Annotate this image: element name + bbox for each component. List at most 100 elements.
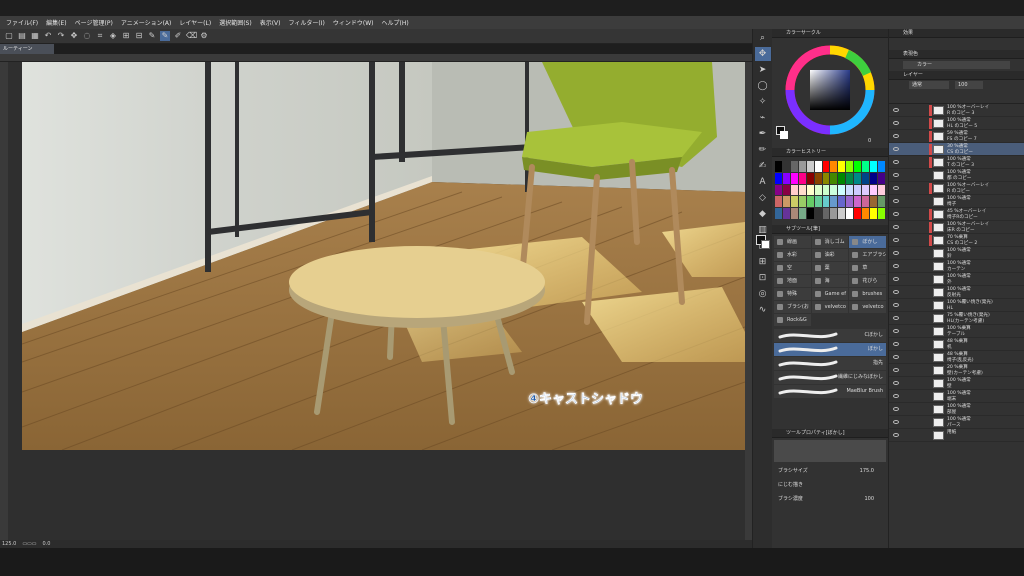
eye-icon[interactable]	[893, 251, 899, 255]
color-wheel[interactable]	[772, 38, 888, 138]
color-swatch[interactable]	[822, 196, 830, 208]
pencil-icon[interactable]: ✐	[173, 31, 183, 41]
subtool-group[interactable]: Game ef	[811, 288, 849, 300]
eye-icon[interactable]	[893, 147, 899, 151]
color-swatch[interactable]	[790, 208, 798, 219]
undo-icon[interactable]: ↶	[43, 31, 53, 41]
subtool-group[interactable]: ぼかし	[849, 236, 886, 248]
wheel-sub-swatch[interactable]	[780, 131, 788, 139]
brush-tool-icon[interactable]: ✍	[755, 159, 771, 173]
layer-row[interactable]: 100 %通常 椅子	[889, 195, 1024, 208]
fill-icon[interactable]: ◈	[108, 31, 118, 41]
density-value[interactable]: 100	[864, 492, 874, 506]
menu-item[interactable]: 編集(E)	[46, 18, 66, 27]
menu-item[interactable]: 選択範囲(S)	[219, 18, 252, 27]
eye-icon[interactable]	[893, 433, 899, 437]
brush-item[interactable]: Cぼかし	[774, 329, 886, 342]
subtool-group[interactable]: 空	[774, 262, 811, 274]
deselect-icon[interactable]: ◌	[82, 31, 92, 41]
layer-row[interactable]: 59 %通常 FS のコピー 7	[889, 130, 1024, 143]
layer-row[interactable]: 100 %通常 壁	[889, 377, 1024, 390]
color-swatch[interactable]	[854, 184, 862, 196]
subtool-group[interactable]: 草	[849, 262, 886, 274]
document-tab[interactable]: ルーティーン	[0, 44, 54, 54]
color-swatch[interactable]	[862, 172, 870, 184]
selection-tool-icon[interactable]: ◯	[755, 79, 771, 93]
color-swatch[interactable]	[862, 196, 870, 208]
balloon-tool-icon[interactable]: ◎	[755, 287, 771, 301]
color-swatch[interactable]	[854, 196, 862, 208]
opacity-input[interactable]: 100	[955, 81, 983, 89]
layer-row[interactable]: 100 %通常 T のコピー 3	[889, 156, 1024, 169]
color-swatch[interactable]	[798, 196, 806, 208]
menu-item[interactable]: アニメーション(A)	[121, 18, 172, 27]
eraser-icon[interactable]: ⌫	[186, 31, 197, 41]
subtool-group[interactable]: 葉	[811, 262, 849, 274]
ruler-snap-icon[interactable]: ⊟	[134, 31, 144, 41]
subtool-group[interactable]: velvetco	[849, 301, 886, 313]
layer-row[interactable]: 100 %覆い焼き(発光) HL	[889, 299, 1024, 312]
color-swatch[interactable]	[822, 172, 830, 184]
color-swatch[interactable]	[878, 161, 885, 172]
subtool-group[interactable]: ブラシ(お	[774, 301, 811, 313]
eye-icon[interactable]	[893, 121, 899, 125]
color-swatch[interactable]	[798, 184, 806, 196]
subtool-group[interactable]: 水彩	[774, 249, 811, 261]
menu-item[interactable]: ウィンドウ(W)	[333, 18, 374, 27]
color-swatch[interactable]	[870, 208, 878, 219]
settings-icon[interactable]: ⚙	[199, 31, 209, 41]
color-swatch[interactable]	[775, 161, 782, 172]
text-tool-icon[interactable]: A	[755, 175, 771, 189]
layer-row[interactable]: 48 %乗算 椅子(乱反光)	[889, 351, 1024, 364]
color-mode-select[interactable]: カラー	[903, 61, 1010, 69]
color-swatch[interactable]	[782, 172, 790, 184]
subtool-group[interactable]: velvetco	[811, 301, 849, 313]
color-swatch[interactable]	[878, 172, 885, 184]
subtool-group[interactable]: 消しゴム	[811, 236, 849, 248]
pencil-tool-icon[interactable]: ✏	[755, 143, 771, 157]
color-swatch[interactable]	[790, 161, 798, 172]
color-swatch[interactable]	[782, 196, 790, 208]
color-swatch[interactable]	[870, 172, 878, 184]
layer-row[interactable]: 20 %乗算 壁(カーテン考慮)	[889, 364, 1024, 377]
subtool-group[interactable]: 線画	[774, 236, 811, 248]
color-swatch[interactable]	[782, 208, 790, 219]
color-swatch[interactable]	[862, 184, 870, 196]
eye-icon[interactable]	[893, 290, 899, 294]
fill-tool-icon[interactable]: ◆	[755, 207, 771, 221]
open-icon[interactable]: ▤	[17, 31, 27, 41]
eye-icon[interactable]	[893, 420, 899, 424]
color-swatch[interactable]	[878, 184, 885, 196]
color-history-grid[interactable]	[775, 161, 885, 219]
pen-tool-icon[interactable]: ✒	[755, 127, 771, 141]
color-swatch[interactable]	[862, 161, 870, 172]
color-swatch[interactable]	[862, 208, 870, 219]
color-swatch[interactable]	[838, 184, 846, 196]
color-swatch[interactable]	[830, 196, 838, 208]
color-swatch[interactable]	[878, 208, 885, 219]
operation-tool-icon[interactable]: ➤	[755, 63, 771, 77]
eye-icon[interactable]	[893, 186, 899, 190]
canvas-vertical-scrollbar[interactable]	[745, 62, 752, 540]
eye-icon[interactable]	[893, 407, 899, 411]
color-history-panel[interactable]	[772, 157, 888, 225]
brush-item[interactable]: 指先	[774, 357, 886, 370]
color-swatch[interactable]	[838, 208, 846, 219]
new-icon[interactable]: ▢	[4, 31, 14, 41]
layer-tab[interactable]: レイヤー	[889, 71, 1024, 80]
color-swatch[interactable]	[846, 161, 854, 172]
color-swatch[interactable]	[806, 208, 814, 219]
eye-icon[interactable]	[893, 329, 899, 333]
layer-row[interactable]: 100 %オーバーレイ R のコピー	[889, 182, 1024, 195]
save-icon[interactable]: ▦	[30, 31, 40, 41]
eye-icon[interactable]	[893, 368, 899, 372]
subtool-group[interactable]: エアブラシ	[849, 249, 886, 261]
layer-row[interactable]: 100 %オーバーレイ 床R のコピー	[889, 221, 1024, 234]
brush-icon[interactable]: ✎	[160, 31, 170, 41]
eye-icon[interactable]	[893, 134, 899, 138]
layer-row[interactable]: 45 %オーバーレイ 椅子Rのコピー	[889, 208, 1024, 221]
layer-row[interactable]: 100 %通常 鈴	[889, 247, 1024, 260]
snap-icon[interactable]: ⊞	[121, 31, 131, 41]
eye-icon[interactable]	[893, 225, 899, 229]
color-swatch[interactable]	[822, 161, 830, 172]
